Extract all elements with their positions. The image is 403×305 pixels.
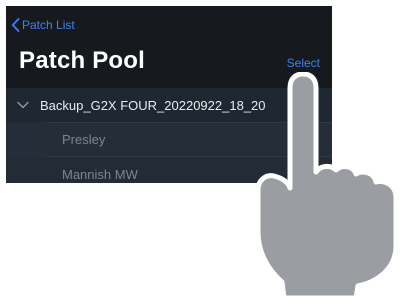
page-title: Patch Pool xyxy=(19,47,146,74)
group-row-label: Backup_G2X FOUR_20220922_18_20 xyxy=(40,97,266,113)
pointing-hand-icon xyxy=(250,71,402,305)
back-button-label: Patch List xyxy=(22,18,75,32)
list-item-label: Presley xyxy=(62,132,106,147)
list-item-label: Mannish MW xyxy=(62,167,138,182)
select-button[interactable]: Select xyxy=(287,56,320,70)
back-button[interactable]: Patch List xyxy=(11,16,75,34)
chevron-down-icon[interactable] xyxy=(6,101,40,109)
chevron-left-icon xyxy=(11,18,20,32)
